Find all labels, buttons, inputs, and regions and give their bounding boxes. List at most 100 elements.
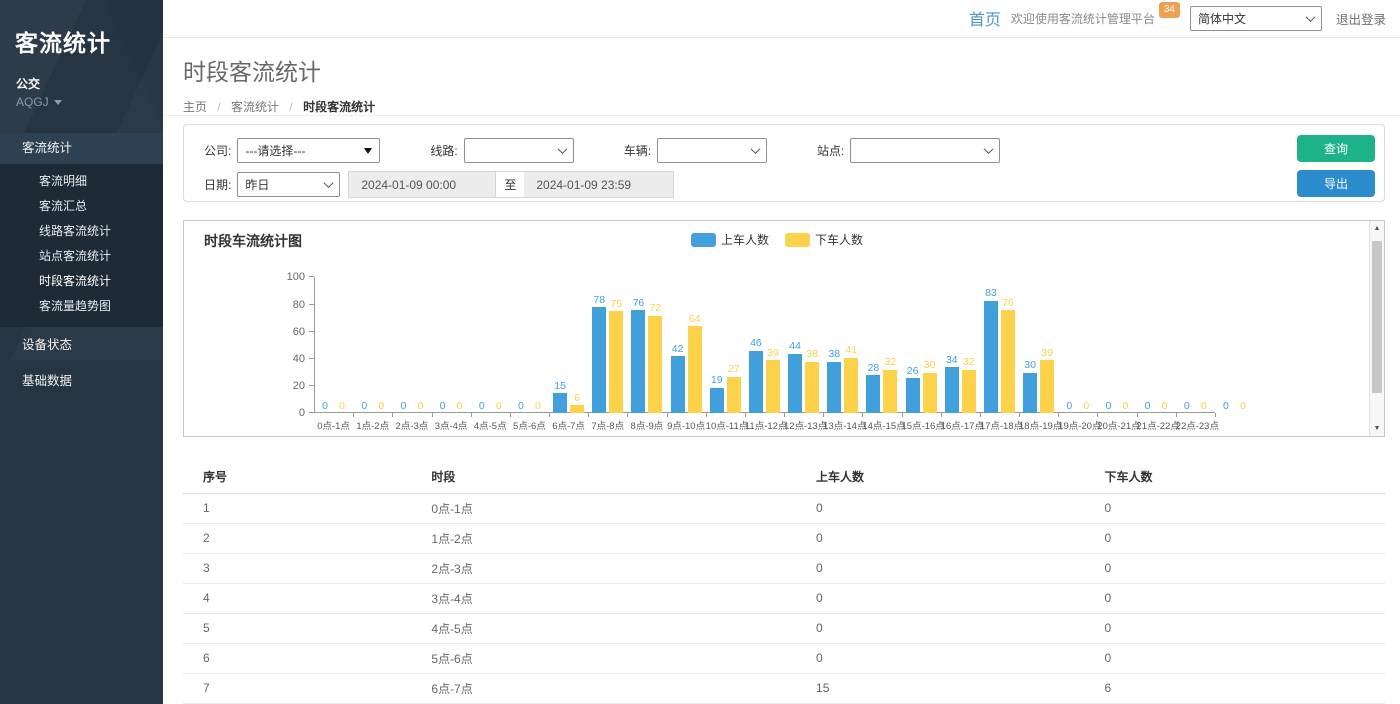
bar[interactable] [1040, 360, 1054, 413]
bar[interactable] [592, 307, 606, 413]
bar-column: 0 [453, 401, 467, 414]
export-button[interactable]: 导出 [1297, 170, 1375, 197]
bar-value-label: 30 [1024, 360, 1036, 372]
bar[interactable] [671, 356, 685, 413]
scroll-down-icon[interactable]: ▼ [1370, 421, 1384, 436]
filter-row-2: 日期: 昨日 2024-01-09 00:00 至 2024-01-09 23:… [204, 171, 1384, 198]
date-preset-select[interactable]: 昨日 [237, 172, 340, 197]
table-cell: 0 [1096, 523, 1385, 553]
bar[interactable] [710, 388, 724, 414]
date-to-input[interactable]: 2024-01-09 23:59 [524, 171, 674, 198]
bar-value-label: 0 [457, 401, 463, 413]
sidebar-submenu-item[interactable]: 客流汇总 [0, 194, 163, 219]
sidebar-item[interactable]: 设备状态 [0, 327, 163, 363]
company-select[interactable]: ---请选择--- [237, 138, 380, 163]
bar-group: 8376 [980, 277, 1019, 413]
x-axis-tick [980, 413, 981, 417]
sidebar-submenu-item[interactable]: 线路客流统计 [0, 219, 163, 244]
chart-scrollbar[interactable]: ▲ ▼ [1369, 221, 1384, 436]
bar[interactable] [923, 373, 937, 414]
bar[interactable] [945, 367, 959, 413]
bar[interactable] [827, 362, 841, 414]
bar-column: 39 [766, 348, 780, 414]
notification-badge[interactable]: 34 [1159, 2, 1180, 18]
bar-value-label: 0 [1240, 401, 1246, 413]
bar-column: 0 [318, 401, 332, 414]
home-link[interactable]: 首页 [969, 6, 1001, 30]
x-axis-label: 14点-15点 [862, 418, 901, 432]
x-axis-label: 12点-13点 [784, 418, 823, 432]
bar[interactable] [1001, 310, 1015, 413]
sidebar-submenu-item[interactable]: 客流量趋势图 [0, 294, 163, 319]
bar-group: 7875 [588, 277, 627, 413]
x-axis-label: 22点-23点 [1176, 418, 1215, 432]
sidebar-submenu-item[interactable]: 时段客流统计 [0, 269, 163, 294]
line-select[interactable] [464, 138, 574, 163]
x-axis-tick [902, 413, 903, 417]
x-axis-tick [784, 413, 785, 417]
table-header-row: 序号时段上车人数下车人数 [183, 460, 1385, 494]
bar-group: 3841 [823, 277, 862, 413]
legend-item[interactable]: 上车人数 [691, 231, 769, 248]
bar[interactable] [805, 362, 819, 414]
bar-value-label: 78 [593, 295, 605, 307]
scrollbar-track[interactable] [1371, 236, 1383, 421]
bar-value-label: 76 [633, 298, 645, 310]
date-from-input[interactable]: 2024-01-09 00:00 [348, 171, 496, 198]
bar-column: 0 [1236, 401, 1250, 414]
breadcrumb-parent[interactable]: 客流统计 [231, 100, 279, 114]
table-cell: 3点-4点 [423, 583, 808, 613]
bar[interactable] [749, 351, 763, 414]
bar-column: 34 [945, 355, 959, 414]
bar[interactable] [866, 375, 880, 413]
caret-down-icon [364, 148, 372, 154]
legend-marker [785, 233, 810, 247]
bar[interactable] [609, 311, 623, 413]
vehicle-select[interactable] [657, 138, 767, 163]
legend-item[interactable]: 下车人数 [785, 231, 863, 248]
bar-column: 0 [475, 401, 489, 414]
sidebar-item[interactable]: 基础数据 [0, 363, 163, 399]
breadcrumb-home[interactable]: 主页 [183, 100, 207, 114]
bar[interactable] [1023, 373, 1037, 414]
bar[interactable] [883, 370, 897, 414]
bar[interactable] [727, 377, 741, 414]
x-axis-tick [510, 413, 511, 417]
scrollbar-thumb[interactable] [1372, 241, 1382, 392]
logout-link[interactable]: 退出登录 [1336, 9, 1386, 28]
scroll-up-icon[interactable]: ▲ [1370, 221, 1384, 236]
bar-value-label: 0 [479, 401, 485, 413]
bar-value-label: 32 [963, 357, 975, 369]
org-switcher[interactable]: AQGJ [0, 92, 163, 109]
table-cell: 2 [183, 523, 423, 553]
sidebar-submenu-item[interactable]: 客流明细 [0, 169, 163, 194]
sidebar-item-passenger-stats[interactable]: 客流统计 [0, 133, 163, 164]
query-button[interactable]: 查询 [1297, 135, 1375, 162]
bar[interactable] [570, 405, 584, 413]
bar[interactable] [984, 301, 998, 414]
bar[interactable] [788, 354, 802, 414]
x-axis-tick [1137, 413, 1138, 417]
bar[interactable] [688, 326, 702, 413]
language-select[interactable]: 简体中文 [1190, 6, 1322, 31]
app-root: 客流统计 公交 AQGJ 客流统计客流明细客流汇总线路客流统计站点客流统计时段客… [0, 0, 1400, 704]
bar[interactable] [766, 360, 780, 413]
bar[interactable] [906, 378, 920, 413]
table-cell: 0 [808, 523, 1096, 553]
station-select[interactable] [850, 138, 1000, 163]
x-axis-label: 6点-7点 [549, 418, 588, 432]
bar[interactable] [844, 358, 858, 414]
bar[interactable] [631, 310, 645, 413]
bar[interactable] [553, 393, 567, 413]
table-cell: 0 [1096, 613, 1385, 643]
chevron-down-icon [324, 179, 334, 189]
bar-value-label: 0 [1083, 401, 1089, 413]
x-axis-label: 2点-3点 [392, 418, 431, 432]
x-axis-label: 9点-10点 [667, 418, 706, 432]
bar[interactable] [648, 316, 662, 414]
bar[interactable] [962, 370, 976, 414]
caret-down-icon [54, 100, 62, 105]
sidebar-submenu-item[interactable]: 站点客流统计 [0, 244, 163, 269]
x-axis-label: 13点-14点 [823, 418, 862, 432]
x-axis-tick [1215, 413, 1216, 417]
